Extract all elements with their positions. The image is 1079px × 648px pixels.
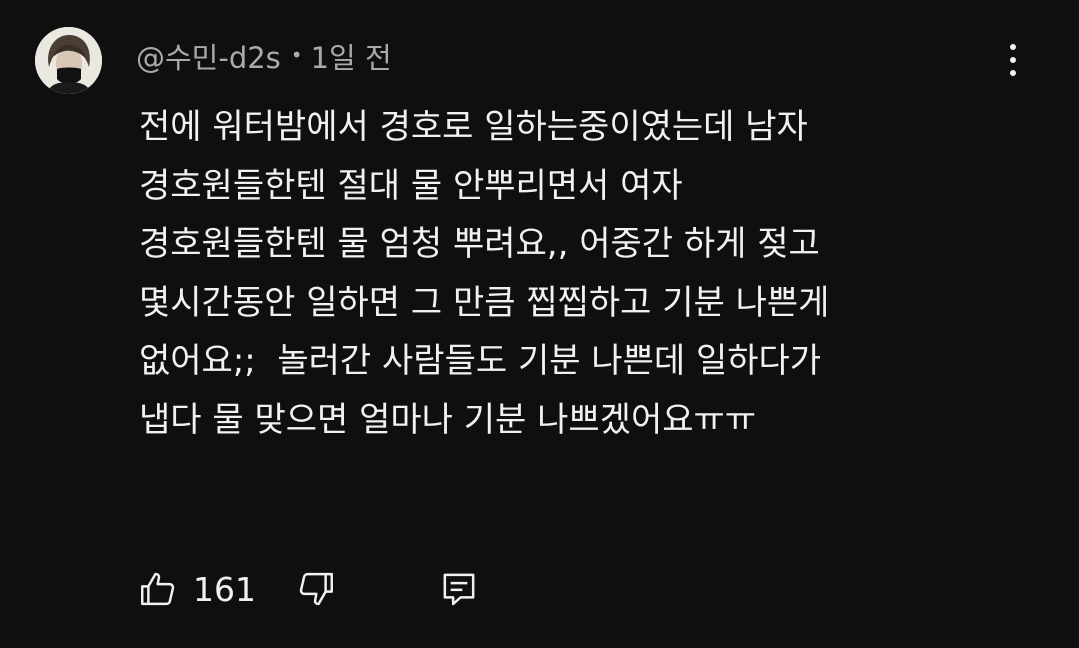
more-vertical-icon-dot — [1010, 70, 1016, 76]
comment-actions: 161 — [137, 566, 537, 612]
comment-line: 경호원들한텐 물 엄청 뿌려요,, 어중간 하게 젖고 — [139, 224, 820, 264]
comment-line: 경호원들한텐 절대 물 안뿌리면서 여자 — [139, 165, 683, 206]
separator-dot: • — [290, 43, 303, 67]
more-options-button[interactable] — [996, 40, 1030, 80]
comment-line: 전에 워터밤에서 경호로 일하는중이였는데 남자 — [139, 107, 808, 147]
thumbs-down-icon — [299, 572, 333, 606]
author-name[interactable]: @수민-d2s — [136, 35, 281, 77]
more-vertical-icon — [1010, 44, 1016, 50]
comment-line: 없어요;; 놀러간 사람들도 기분 나쁜데 일하다가 — [139, 341, 822, 381]
comment-thread: @수민-d2s • 1일 전 전에 워터밤에서 경호로 일하는중이였는데 남자 … — [0, 0, 1079, 648]
reply-button[interactable] — [439, 566, 479, 612]
dislike-button[interactable] — [295, 566, 337, 612]
thumbs-up-icon — [141, 572, 175, 606]
comment-line: 냅다 물 맞으면 얼마나 기분 나쁘겠어요ㅠㅠ — [139, 399, 757, 440]
avatar-image — [35, 27, 102, 94]
more-vertical-icon-dot — [1010, 57, 1016, 63]
comment-line: 몇시간동안 일하면 그 만큼 찝찝하고 기분 나쁜게 — [139, 282, 830, 323]
avatar[interactable] — [35, 27, 102, 94]
like-count: 161 — [193, 569, 256, 609]
comment-header: @수민-d2s • 1일 전 — [136, 36, 392, 76]
comment-timestamp[interactable]: 1일 전 — [311, 35, 392, 77]
comment-text: 전에 워터밤에서 경호로 일하는중이였는데 남자 경호원들한텐 절대 물 안뿌리… — [139, 98, 1019, 449]
like-button[interactable]: 161 — [137, 566, 256, 612]
reply-comment-icon — [443, 573, 475, 606]
